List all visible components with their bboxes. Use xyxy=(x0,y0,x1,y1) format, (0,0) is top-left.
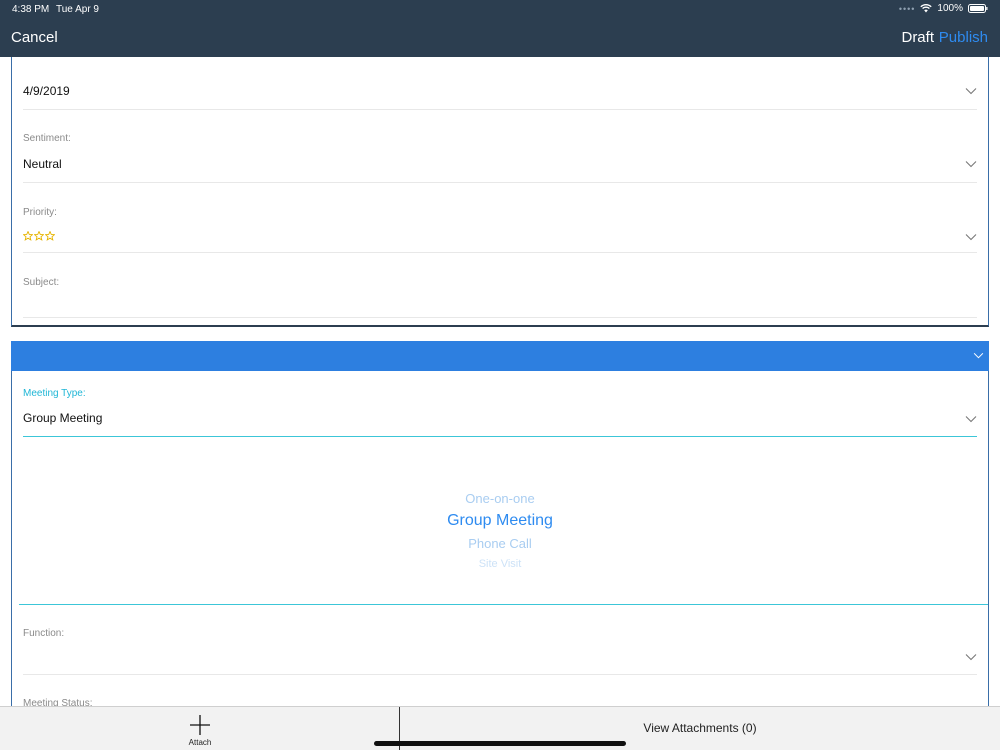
navigation-bar: 4:38 PM Tue Apr 9 •••• 100% Cancel Draft… xyxy=(0,0,1000,57)
chevron-down-icon xyxy=(965,234,977,241)
signal-dots-icon: •••• xyxy=(898,3,916,14)
meeting-card: Meeting Type: Group Meeting One-on-one G… xyxy=(11,371,989,711)
chevron-down-icon[interactable] xyxy=(965,415,977,423)
meeting-type-value[interactable]: Group Meeting xyxy=(23,411,102,425)
star-outline-icon[interactable] xyxy=(23,231,33,241)
subject-field[interactable]: Subject: xyxy=(23,253,977,318)
meeting-type-picker[interactable]: One-on-one Group Meeting Phone Call Site… xyxy=(19,437,981,604)
picker-option-site-visit[interactable]: Site Visit xyxy=(19,558,981,570)
status-time: 4:38 PM xyxy=(12,4,50,15)
attach-button[interactable]: Attach xyxy=(180,711,220,747)
draft-button[interactable]: Draft xyxy=(901,29,934,46)
sentiment-value: Neutral xyxy=(23,157,62,171)
wifi-icon xyxy=(920,4,933,13)
picker-option-one-on-one[interactable]: One-on-one xyxy=(19,491,981,506)
function-label: Function: xyxy=(23,628,65,639)
bottom-toolbar: Attach View Attachments (0) xyxy=(0,706,1000,750)
chevron-down-icon xyxy=(965,88,977,95)
status-date: Tue Apr 9 xyxy=(56,4,99,15)
chevron-down-icon xyxy=(973,352,984,359)
chevron-down-icon[interactable] xyxy=(965,653,977,661)
star-outline-icon[interactable] xyxy=(45,231,55,241)
function-divider xyxy=(23,674,977,675)
chevron-down-icon xyxy=(965,161,977,168)
meeting-type-label: Meeting Type: xyxy=(23,388,86,399)
home-indicator xyxy=(374,741,626,746)
priority-field[interactable]: Priority: xyxy=(23,183,977,253)
priority-label: Priority: xyxy=(23,207,57,218)
battery-icon xyxy=(968,4,988,13)
priority-stars[interactable] xyxy=(23,231,55,241)
attach-label: Attach xyxy=(188,738,212,747)
picker-option-group-meeting[interactable]: Group Meeting xyxy=(19,512,981,530)
star-outline-icon[interactable] xyxy=(34,231,44,241)
cancel-button[interactable]: Cancel xyxy=(11,29,58,46)
subject-label: Subject: xyxy=(23,277,60,288)
battery-percent: 100% xyxy=(937,3,963,14)
date-value: 4/9/2019 xyxy=(23,84,70,98)
view-attachments-button[interactable]: View Attachments (0) xyxy=(400,721,1000,735)
meeting-section-header[interactable] xyxy=(11,341,989,371)
picker-option-phone-call[interactable]: Phone Call xyxy=(19,536,981,551)
publish-button[interactable]: Publish xyxy=(939,29,988,46)
date-field[interactable]: 4/9/2019 xyxy=(23,57,977,110)
picker-bottom-line xyxy=(19,604,988,605)
sentiment-field[interactable]: Sentiment: Neutral xyxy=(23,110,977,183)
status-indicators: •••• 100% xyxy=(899,3,988,14)
details-card: 4/9/2019 Sentiment: Neutral Priority: Su… xyxy=(11,57,989,327)
plus-icon xyxy=(190,715,210,735)
sentiment-label: Sentiment: xyxy=(23,133,71,144)
